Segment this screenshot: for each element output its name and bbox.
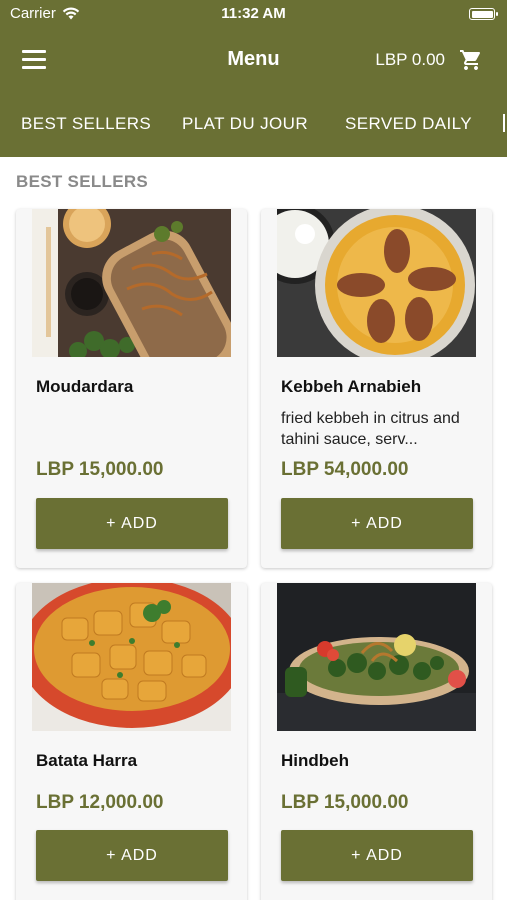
cart-icon <box>460 50 481 70</box>
cart-total: LBP 0.00 <box>375 50 445 69</box>
cart-button[interactable] <box>459 48 483 72</box>
status-time: 11:32 AM <box>221 5 286 22</box>
menu-item-card[interactable]: Batata Harra LBP 12,000.00 + ADD <box>16 583 247 900</box>
tab-best-sellers[interactable]: BEST SELLERS <box>21 114 151 134</box>
item-name: Hindbeh <box>281 751 349 770</box>
status-bar: Carrier 11:32 AM <box>0 0 507 28</box>
item-name: Batata Harra <box>36 751 138 770</box>
tab-overflow-edge[interactable] <box>503 114 507 134</box>
category-tabs: BEST SELLERS PLAT DU JOUR SERVED DAILY <box>0 100 507 150</box>
item-price: LBP 15,000.00 <box>281 792 409 813</box>
menu-item-card[interactable]: Kebbeh Arnabieh fried kebbeh in citrus a… <box>261 209 492 568</box>
food-photo-kebbeh-arnabieh <box>277 209 476 357</box>
item-price: LBP 15,000.00 <box>36 459 164 480</box>
menu-item-card[interactable]: Moudardara LBP 15,000.00 + ADD <box>16 209 247 568</box>
add-button[interactable]: + ADD <box>36 498 228 549</box>
item-price: LBP 54,000.00 <box>281 459 409 480</box>
item-price: LBP 12,000.00 <box>36 792 164 813</box>
item-name: Kebbeh Arnabieh <box>281 377 422 396</box>
food-photo-batata-harra <box>32 583 231 731</box>
add-button[interactable]: + ADD <box>281 498 473 549</box>
food-photo-hindbeh <box>277 583 476 731</box>
section-title: BEST SELLERS <box>16 172 149 191</box>
item-name: Moudardara <box>36 377 134 396</box>
food-photo-moudardara <box>32 209 231 357</box>
app-header: Carrier 11:32 AM Menu LBP 0.00 BEST SELL… <box>0 0 507 157</box>
battery-icon <box>469 8 498 20</box>
tab-plat-du-jour[interactable]: PLAT DU JOUR <box>182 114 308 134</box>
add-button[interactable]: + ADD <box>281 830 473 881</box>
item-description: fried kebbeh in citrus and tahini sauce,… <box>281 410 460 448</box>
tab-served-daily[interactable]: SERVED DAILY <box>345 114 472 134</box>
add-button[interactable]: + ADD <box>36 830 228 881</box>
menu-item-card[interactable]: Hindbeh LBP 15,000.00 + ADD <box>261 583 492 900</box>
toolbar: Menu LBP 0.00 <box>0 36 507 84</box>
